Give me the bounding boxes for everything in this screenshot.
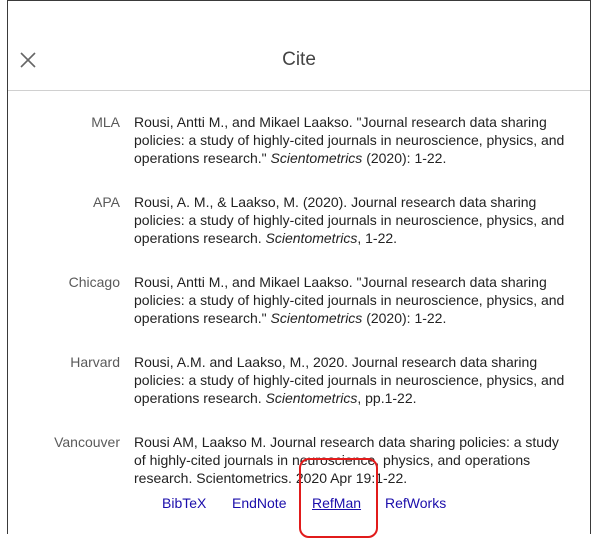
citation-tail: (2020): 1-22. bbox=[362, 150, 447, 166]
citation-style-label: Vancouver bbox=[54, 434, 120, 450]
journal-name: Scientometrics bbox=[265, 390, 358, 406]
journal-name: Scientometrics bbox=[270, 150, 363, 166]
citation-style-label: Harvard bbox=[70, 354, 120, 370]
refman-highlight-box bbox=[299, 458, 378, 538]
journal-name: Scientometrics bbox=[270, 310, 363, 326]
dialog-title: Cite bbox=[282, 49, 316, 70]
citation-tail: (2020): 1-22. bbox=[362, 310, 447, 326]
citation-style-label: Chicago bbox=[68, 274, 120, 290]
page-frame-right bbox=[590, 0, 591, 534]
journal-name: Scientometrics bbox=[265, 230, 358, 246]
citation-text[interactable]: Rousi, Antti M., and Mikael Laakso. "Jou… bbox=[134, 113, 574, 167]
citation-style-label: MLA bbox=[91, 114, 120, 130]
cite-dialog: Cite MLA Rousi, Antti M., and Mikael Laa… bbox=[8, 30, 590, 538]
page-frame-top bbox=[7, 0, 591, 1]
endnote-link[interactable]: EndNote bbox=[232, 495, 286, 511]
citation-tail: , 1-22. bbox=[357, 230, 398, 246]
citation-text[interactable]: Rousi, A. M., & Laakso, M. (2020). Journ… bbox=[134, 193, 574, 247]
bibtex-link[interactable]: BibTeX bbox=[162, 495, 206, 511]
refworks-link[interactable]: RefWorks bbox=[385, 495, 446, 511]
citation-text[interactable]: Rousi, A.M. and Laakso, M., 2020. Journa… bbox=[134, 353, 574, 407]
citation-tail: , pp.1-22. bbox=[357, 390, 417, 406]
citation-style-label: APA bbox=[93, 194, 120, 210]
dialog-header: Cite bbox=[8, 30, 590, 91]
citation-text[interactable]: Rousi, Antti M., and Mikael Laakso. "Jou… bbox=[134, 273, 574, 327]
